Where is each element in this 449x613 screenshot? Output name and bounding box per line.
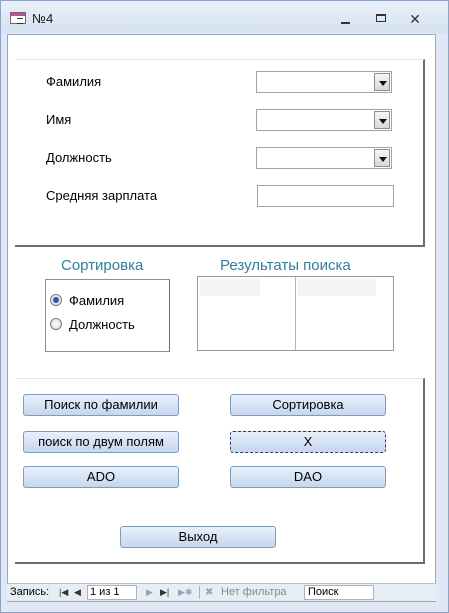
sort-by-surname-label: Фамилия <box>69 293 125 308</box>
search-two-fields-button[interactable]: поиск по двум полям <box>23 431 179 453</box>
sort-by-position-label: Должность <box>69 317 135 332</box>
exit-button[interactable]: Выход <box>120 526 276 548</box>
sort-option-group: Фамилия Должность <box>45 279 170 352</box>
window-title: №4 <box>32 11 54 26</box>
surname-dropdown-icon[interactable] <box>374 73 390 91</box>
results-column-header-2 <box>298 279 376 296</box>
name-label: Имя <box>46 112 72 127</box>
form-body: Фамилия Имя Должность Средняя зарплата С… <box>7 34 436 602</box>
record-label: Запись: <box>10 586 50 598</box>
dao-button[interactable]: DAO <box>230 466 386 488</box>
search-input[interactable]: Поиск <box>304 585 374 600</box>
x-button[interactable]: X <box>230 431 386 453</box>
sort-by-position-radio[interactable] <box>50 318 62 330</box>
results-section-title: Результаты поиска <box>220 257 351 274</box>
close-icon[interactable]: ✕ <box>404 10 426 28</box>
ado-button[interactable]: ADO <box>23 466 179 488</box>
position-dropdown-icon[interactable] <box>374 149 390 167</box>
position-label: Должность <box>46 150 112 165</box>
results-column-divider <box>295 277 296 350</box>
avg-salary-label: Средняя зарплата <box>46 188 158 203</box>
surname-label: Фамилия <box>46 74 102 89</box>
maximize-button[interactable] <box>370 10 392 28</box>
new-record-icon[interactable]: ▶✱ <box>178 587 192 598</box>
nav-separator <box>199 586 200 599</box>
last-record-icon[interactable]: ▶| <box>160 587 169 598</box>
form-window: №4 ✕ Фамилия Имя Должность Средняя зарпл… <box>0 0 449 613</box>
title-bar[interactable]: №4 ✕ <box>1 1 448 33</box>
minimize-button[interactable] <box>335 10 357 28</box>
avg-salary-field[interactable] <box>257 185 394 207</box>
previous-record-icon[interactable]: ◀ <box>74 587 81 598</box>
position-combo[interactable] <box>256 147 392 169</box>
search-surname-button[interactable]: Поиск по фамилии <box>23 394 179 416</box>
first-record-icon[interactable]: |◀ <box>59 587 68 598</box>
filter-status[interactable]: Нет фильтра <box>221 586 287 598</box>
record-navigation-bar: Запись: |◀ ◀ 1 из 1 ▶ ▶| ▶✱ ✖ Нет фильтр… <box>7 583 436 601</box>
next-record-icon[interactable]: ▶ <box>146 587 153 598</box>
form-icon <box>10 12 26 24</box>
maximize-icon <box>376 14 386 22</box>
name-dropdown-icon[interactable] <box>374 111 390 129</box>
results-column-header-1 <box>200 279 260 296</box>
minimize-icon <box>341 22 350 24</box>
sort-button[interactable]: Сортировка <box>230 394 386 416</box>
record-position-field[interactable]: 1 из 1 <box>87 585 137 600</box>
surname-combo[interactable] <box>256 71 392 93</box>
sort-section-title: Сортировка <box>61 257 144 274</box>
filter-icon: ✖ <box>205 587 214 598</box>
sort-by-surname-radio[interactable] <box>50 294 62 306</box>
name-combo[interactable] <box>256 109 392 131</box>
results-list[interactable] <box>197 276 394 351</box>
